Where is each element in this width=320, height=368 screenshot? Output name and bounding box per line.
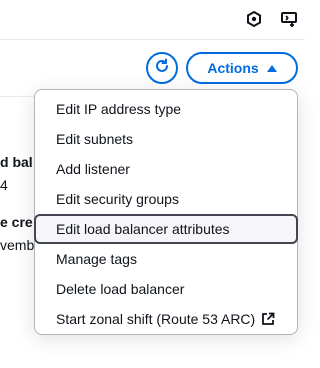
menu-item-start-zonal-shift[interactable]: Start zonal shift (Route 53 ARC) <box>36 304 296 334</box>
menu-item-edit-load-balancer-attributes[interactable]: Edit load balancer attributes <box>34 214 298 244</box>
menu-item-delete-load-balancer[interactable]: Delete load balancer <box>36 274 296 304</box>
menu-item-label: Manage tags <box>56 251 137 267</box>
menu-item-label: Edit subnets <box>56 131 134 147</box>
menu-item-edit-subnets[interactable]: Edit subnets <box>36 124 296 154</box>
external-link-icon <box>261 312 275 326</box>
menu-item-label: Edit load balancer attributes <box>56 221 230 237</box>
refresh-icon <box>154 58 170 79</box>
top-navigation-bar <box>0 0 305 40</box>
actions-dropdown-button[interactable]: Actions <box>186 52 298 84</box>
menu-item-add-listener[interactable]: Add listener <box>36 154 296 184</box>
actions-button-label: Actions <box>207 60 259 76</box>
background-heading-fragment: d bal <box>0 154 33 170</box>
menu-item-label: Edit security groups <box>56 191 179 207</box>
menu-item-edit-ip-address-type[interactable]: Edit IP address type <box>36 94 296 124</box>
actions-dropdown-menu: Edit IP address type Edit subnets Add li… <box>34 89 298 335</box>
menu-item-label: Edit IP address type <box>56 101 182 117</box>
refresh-button[interactable] <box>146 52 178 84</box>
menu-item-label: Add listener <box>56 161 130 177</box>
menu-item-label: Start zonal shift (Route 53 ARC) <box>56 311 256 327</box>
menu-item-edit-security-groups[interactable]: Edit security groups <box>36 184 296 214</box>
page: Actions d bal 4 e cre vembe Edit IP addr… <box>0 0 305 368</box>
menu-item-manage-tags[interactable]: Manage tags <box>36 244 296 274</box>
settings-hex-icon[interactable] <box>244 9 264 29</box>
caret-up-icon <box>266 64 277 72</box>
notifications-icon[interactable] <box>279 9 299 29</box>
menu-item-label: Delete load balancer <box>56 281 185 297</box>
background-heading-fragment: e cre <box>0 214 33 230</box>
background-value-fragment: 4 <box>0 177 8 193</box>
